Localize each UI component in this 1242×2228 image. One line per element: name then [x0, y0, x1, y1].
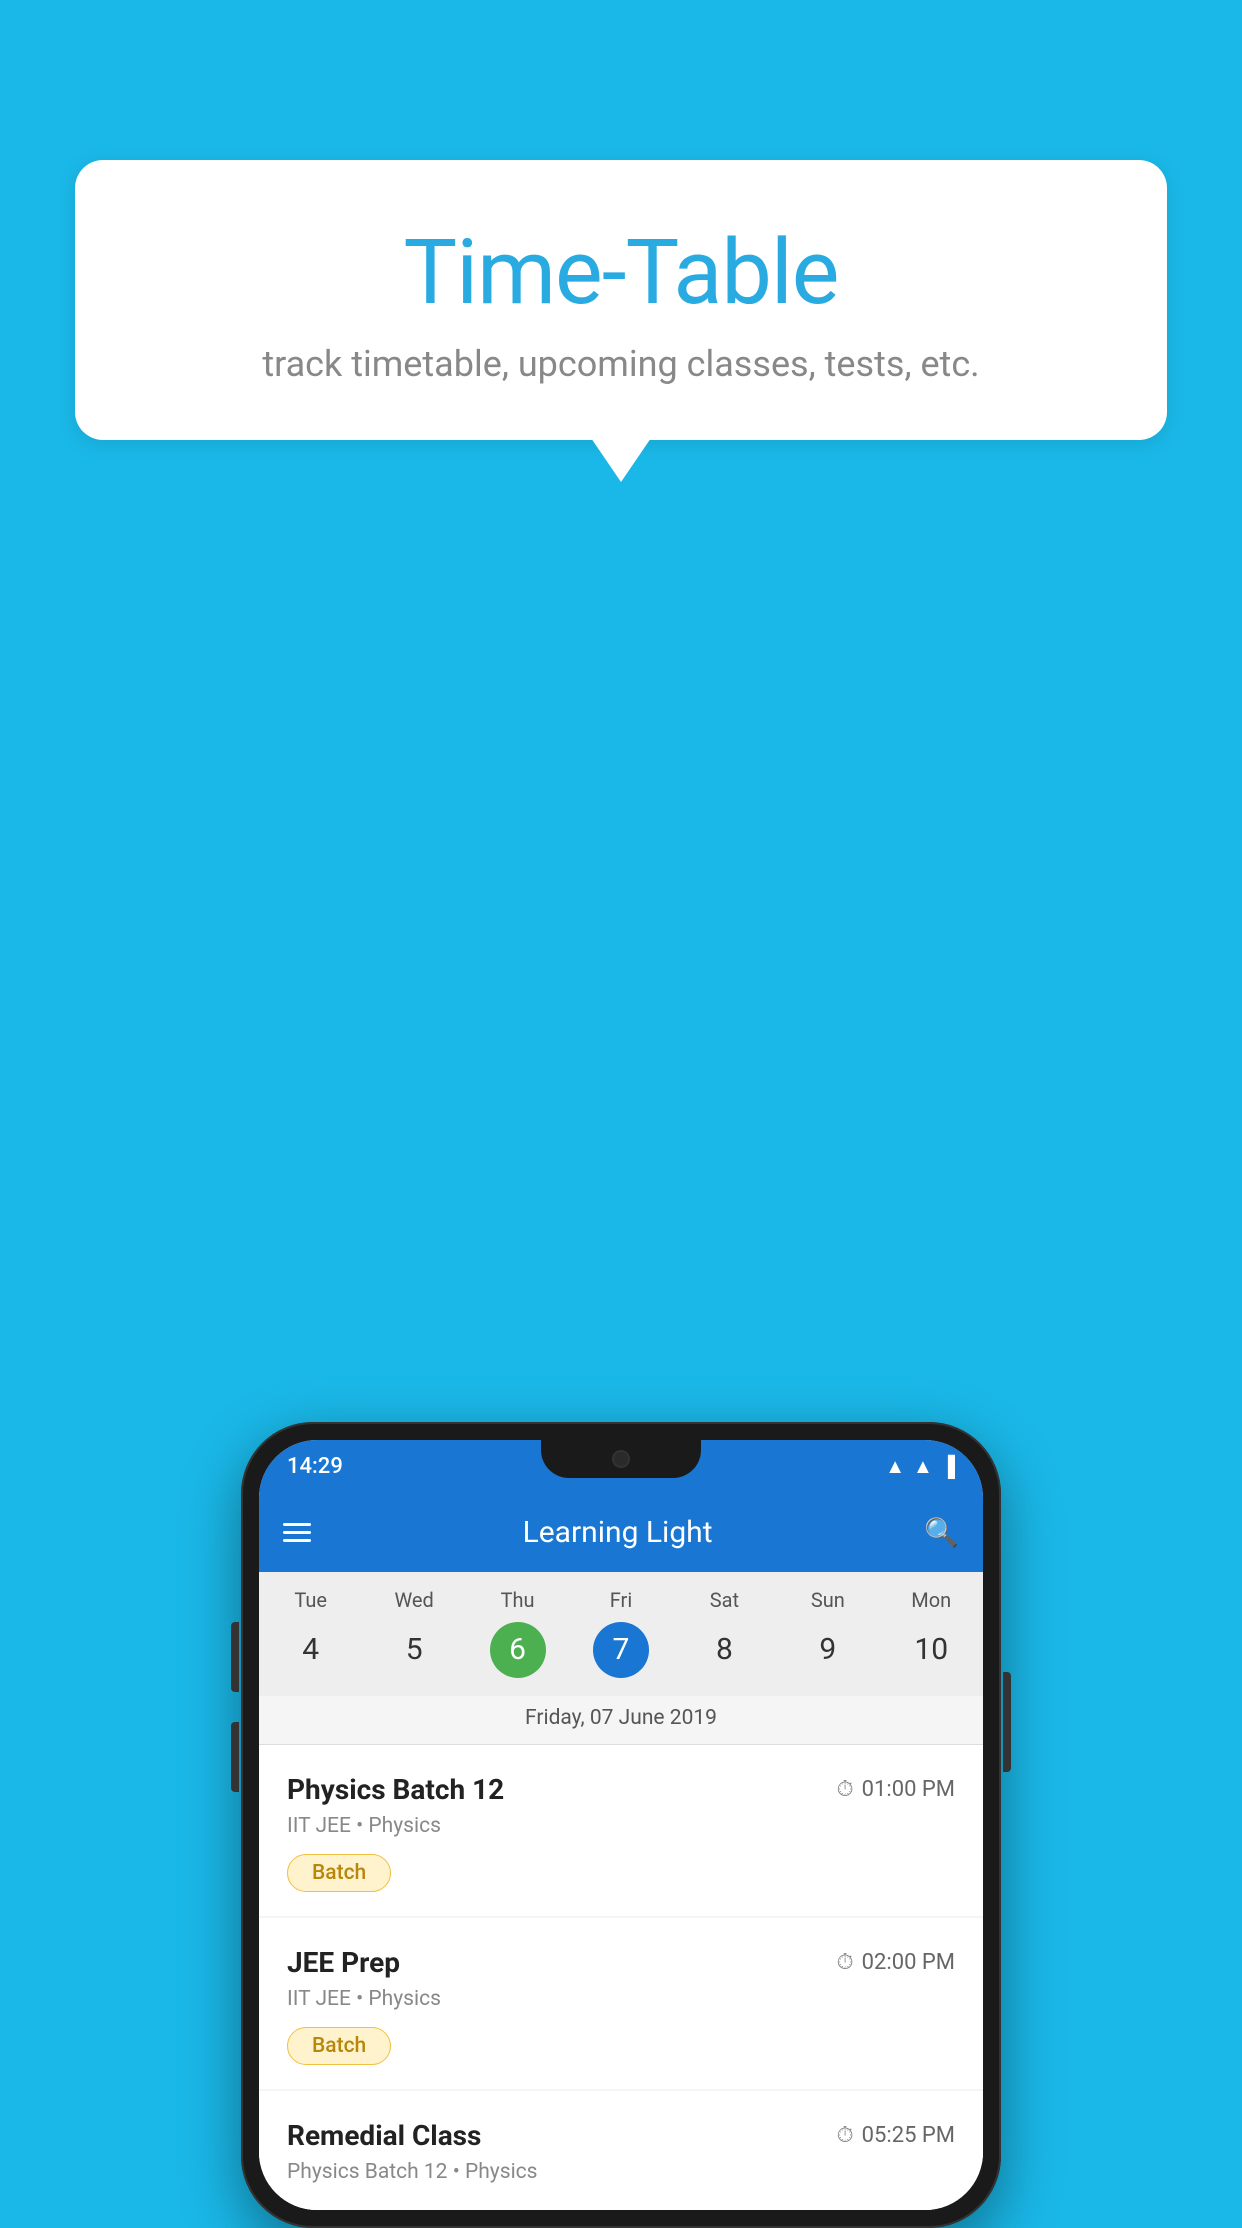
day-labels: Tue Wed Thu Fri Sat Sun Mon	[259, 1572, 983, 1616]
class-2-name: JEE Prep	[287, 1946, 400, 1979]
class-1-time-value: 01:00 PM	[862, 1777, 955, 1802]
class-2-time: ⏱ 02:00 PM	[837, 1950, 956, 1975]
classes-list: Physics Batch 12 ⏱ 01:00 PM IIT JEE • Ph…	[259, 1745, 983, 2210]
day-label-tue: Tue	[259, 1588, 362, 1612]
speech-bubble: Time-Table track timetable, upcoming cla…	[75, 160, 1167, 440]
day-6-circle: 6	[490, 1622, 546, 1678]
calendar-week: Tue Wed Thu Fri Sat Sun Mon 4 5 6 7	[259, 1572, 983, 1745]
day-label-sat: Sat	[673, 1588, 776, 1612]
day-label-thu: Thu	[466, 1588, 569, 1612]
day-label-wed: Wed	[362, 1588, 465, 1612]
class-card-2[interactable]: JEE Prep ⏱ 02:00 PM IIT JEE • Physics Ba…	[259, 1918, 983, 2089]
day-6[interactable]: 6	[466, 1622, 569, 1678]
bubble-title: Time-Table	[115, 220, 1127, 325]
day-10[interactable]: 10	[880, 1620, 983, 1680]
phone-camera	[612, 1450, 630, 1468]
search-button[interactable]: 🔍	[924, 1516, 959, 1549]
day-5[interactable]: 5	[362, 1620, 465, 1680]
class-2-subtitle: IIT JEE • Physics	[287, 1987, 955, 2011]
class-3-name: Remedial Class	[287, 2119, 481, 2152]
class-2-badge: Batch	[287, 2027, 391, 2065]
class-card-3[interactable]: Remedial Class ⏱ 05:25 PM Physics Batch …	[259, 2091, 983, 2210]
class-1-badge: Batch	[287, 1854, 391, 1892]
phone-btn-power	[1003, 1672, 1011, 1772]
clock-icon-1: ⏱	[837, 1777, 854, 1802]
wifi-icon: ▲	[885, 1454, 905, 1479]
battery-icon: ▐	[941, 1454, 955, 1479]
phone-wrapper: 14:29 ▲ ▲ ▐ Learning Light 🔍	[241, 1422, 1001, 2228]
class-3-time-value: 05:25 PM	[862, 2123, 955, 2148]
day-8[interactable]: 8	[673, 1620, 776, 1680]
phone-notch	[541, 1440, 701, 1478]
day-9[interactable]: 9	[776, 1620, 879, 1680]
class-1-time: ⏱ 01:00 PM	[837, 1777, 956, 1802]
status-time: 14:29	[287, 1454, 343, 1479]
hamburger-menu-button[interactable]	[283, 1523, 311, 1542]
class-1-name: Physics Batch 12	[287, 1773, 504, 1806]
day-label-mon: Mon	[880, 1588, 983, 1612]
class-3-time: ⏱ 05:25 PM	[837, 2123, 956, 2148]
app-title: Learning Light	[311, 1515, 924, 1550]
phone-outer: 14:29 ▲ ▲ ▐ Learning Light 🔍	[241, 1422, 1001, 2228]
class-2-time-value: 02:00 PM	[862, 1950, 955, 1975]
day-label-sun: Sun	[776, 1588, 879, 1612]
class-1-subtitle: IIT JEE • Physics	[287, 1814, 955, 1838]
signal-icon: ▲	[913, 1454, 933, 1479]
class-card-2-header: JEE Prep ⏱ 02:00 PM	[287, 1946, 955, 1979]
status-icons: ▲ ▲ ▐	[885, 1454, 955, 1479]
phone-btn-vol-up	[231, 1622, 239, 1692]
bubble-subtitle: track timetable, upcoming classes, tests…	[115, 343, 1127, 385]
day-7-circle: 7	[593, 1622, 649, 1678]
day-numbers: 4 5 6 7 8 9 10	[259, 1616, 983, 1696]
day-label-fri: Fri	[569, 1588, 672, 1612]
selected-date: Friday, 07 June 2019	[259, 1696, 983, 1745]
day-4[interactable]: 4	[259, 1620, 362, 1680]
phone-screen: 14:29 ▲ ▲ ▐ Learning Light 🔍	[259, 1440, 983, 2210]
class-card-3-header: Remedial Class ⏱ 05:25 PM	[287, 2119, 955, 2152]
class-card-1[interactable]: Physics Batch 12 ⏱ 01:00 PM IIT JEE • Ph…	[259, 1745, 983, 1916]
app-bar: Learning Light 🔍	[259, 1492, 983, 1572]
class-3-subtitle: Physics Batch 12 • Physics	[287, 2160, 955, 2184]
clock-icon-3: ⏱	[837, 2123, 854, 2148]
day-7[interactable]: 7	[569, 1622, 672, 1678]
clock-icon-2: ⏱	[837, 1950, 854, 1975]
phone-btn-vol-down	[231, 1722, 239, 1792]
class-card-1-header: Physics Batch 12 ⏱ 01:00 PM	[287, 1773, 955, 1806]
